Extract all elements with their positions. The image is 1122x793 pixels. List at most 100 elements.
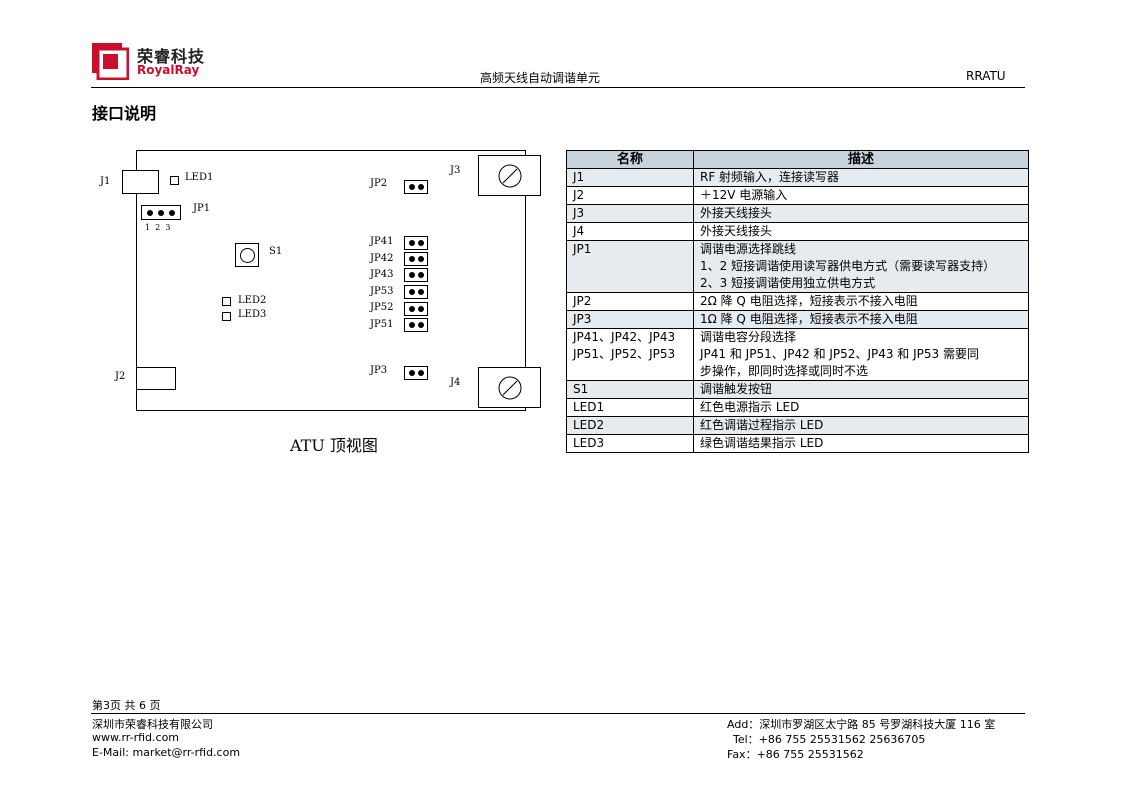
jumper-jp1 (141, 205, 181, 220)
footer-company: 深圳市荣睿科技有限公司 (92, 718, 213, 731)
label-j1: J1 (100, 176, 111, 187)
connector-j3 (478, 155, 541, 196)
button-s1-icon (235, 243, 259, 267)
cell-name: J2 (566, 186, 694, 205)
jumper-jp41 (404, 236, 428, 250)
header-description: 描述 (693, 150, 1029, 169)
cell-description: 绿色调谐结果指示 LED (693, 434, 1029, 453)
led2-icon (222, 297, 231, 306)
table-row: S1 调谐触发按钮 (566, 380, 1029, 399)
cell-description-line: 2、3 短接调谐使用独立供电方式 (700, 276, 876, 290)
cell-description-line: 调谐电容分段选择 (700, 330, 797, 344)
connector-j1 (122, 170, 159, 194)
table-row: LED3 绿色调谐结果指示 LED (566, 434, 1029, 453)
section-title: 接口说明 (92, 104, 157, 123)
table-row: LED1 红色电源指示 LED (566, 398, 1029, 417)
cell-description-line: 调谐电源选择跳线 (700, 242, 797, 256)
screw-terminal-icon (498, 164, 521, 187)
cell-description: 外接天线接头 (693, 222, 1029, 241)
cell-description-line: 外接天线接头 (700, 224, 773, 238)
cell-name-line: JP2 (573, 294, 592, 308)
label-jp3: JP3 (370, 365, 388, 376)
cell-description-line: 步操作，即同时选择或同时不选 (700, 364, 869, 378)
table-row: LED2 红色调谐过程指示 LED (566, 416, 1029, 435)
label-j4: J4 (450, 377, 461, 388)
cell-name: S1 (566, 380, 694, 399)
cell-description-line: 1、2 短接调谐使用读写器供电方式（需要读写器支持） (700, 259, 996, 273)
footer-fax: Fax：+86 755 25531562 (727, 748, 864, 761)
label-s1: S1 (269, 246, 283, 257)
table-row: JP2 2Ω 降 Q 电阻选择，短接表示不接入电阻 (566, 292, 1029, 311)
label-led2: LED2 (238, 295, 267, 306)
cell-description-line: 红色调谐过程指示 LED (700, 418, 824, 432)
cell-description: 1Ω 降 Q 电阻选择，短接表示不接入电阻 (693, 310, 1029, 329)
cell-name-line: J1 (573, 170, 585, 184)
cell-name: JP2 (566, 292, 694, 311)
interface-table: 名称 描述 J1 RF 射频输入，连接读写器 J2 ＋12V 电源输入 J3 外接天线接头… (566, 150, 1029, 453)
cell-name-line: J2 (573, 188, 585, 202)
cell-description-line: 绿色调谐结果指示 LED (700, 436, 824, 450)
footer-divider (91, 713, 1025, 714)
cell-description: 红色调谐过程指示 LED (693, 416, 1029, 435)
cell-name-line: J4 (573, 224, 585, 238)
company-logo-icon (92, 43, 129, 80)
label-jp51: JP51 (370, 319, 394, 330)
label-jp1-pins: 1 2 3 (145, 223, 171, 232)
footer-website[interactable]: www.rr-rfid.com (92, 731, 179, 744)
cell-name-line: S1 (573, 382, 589, 396)
cell-name-line: LED3 (573, 436, 605, 450)
table-header-row: 名称 描述 (566, 150, 1029, 169)
cell-description-line: 1Ω 降 Q 电阻选择，短接表示不接入电阻 (700, 312, 918, 326)
label-jp1: JP1 (193, 203, 211, 214)
footer-tel: Tel：+86 755 25531562 25636705 (733, 733, 926, 746)
cell-name: LED2 (566, 416, 694, 435)
cell-name-line: JP51、JP52、JP53 (573, 347, 676, 361)
label-jp42: JP42 (370, 253, 394, 264)
company-name-en: RoyalRay (137, 63, 200, 77)
led1-icon (170, 176, 179, 185)
cell-description-line: 调谐触发按钮 (700, 382, 773, 396)
diagram-caption: ATU 顶视图 (290, 436, 378, 455)
label-led1: LED1 (185, 172, 214, 183)
label-led3: LED3 (238, 309, 267, 320)
document-code: RRATU (966, 69, 1006, 83)
cell-description-line: RF 射频输入，连接读写器 (700, 170, 840, 184)
label-jp2: JP2 (370, 178, 388, 189)
cell-description: 调谐电容分段选择 JP41 和 JP51、JP42 和 JP52、JP43 和 J… (693, 328, 1029, 381)
header-divider (91, 87, 1025, 88)
screw-terminal-icon (498, 376, 521, 399)
board-outline (136, 150, 526, 411)
cell-name-line: LED1 (573, 400, 605, 414)
label-jp43: JP43 (370, 269, 394, 280)
jumper-jp51 (404, 318, 428, 332)
connector-j4 (478, 367, 541, 408)
table-row: JP41、JP42、JP43 JP51、JP52、JP53 调谐电容分段选择 JP41… (566, 328, 1029, 381)
table-row: J3 外接天线接头 (566, 204, 1029, 223)
jumper-jp43 (404, 268, 428, 282)
jumper-jp42 (404, 252, 428, 266)
cell-description-line: 红色电源指示 LED (700, 400, 800, 414)
table-row: J1 RF 射频输入，连接读写器 (566, 168, 1029, 187)
cell-description-line: 2Ω 降 Q 电阻选择，短接表示不接入电阻 (700, 294, 918, 308)
jumper-jp3 (404, 366, 428, 380)
cell-name-line: JP1 (573, 242, 592, 256)
label-j3: J3 (450, 165, 461, 176)
label-jp41: JP41 (370, 236, 394, 247)
jumper-jp53 (404, 285, 428, 299)
cell-description: ＋12V 电源输入 (693, 186, 1029, 205)
footer-email[interactable]: E-Mail: market@rr-rfid.com (92, 746, 240, 759)
label-jp53: JP53 (370, 286, 394, 297)
label-j2: J2 (115, 371, 126, 382)
cell-description-line: ＋12V 电源输入 (700, 188, 788, 202)
cell-description: RF 射频输入，连接读写器 (693, 168, 1029, 187)
cell-name-line: JP41、JP42、JP43 (573, 330, 676, 344)
cell-name-line: J3 (573, 206, 585, 220)
cell-description: 2Ω 降 Q 电阻选择，短接表示不接入电阻 (693, 292, 1029, 311)
cell-name: J1 (566, 168, 694, 187)
cell-name: J4 (566, 222, 694, 241)
cell-description: 外接天线接头 (693, 204, 1029, 223)
cell-name: JP1 (566, 240, 694, 293)
cell-description: 调谐触发按钮 (693, 380, 1029, 399)
connector-j2 (136, 367, 176, 390)
cell-description-line: JP41 和 JP51、JP42 和 JP52、JP43 和 JP53 需要同 (700, 347, 979, 361)
